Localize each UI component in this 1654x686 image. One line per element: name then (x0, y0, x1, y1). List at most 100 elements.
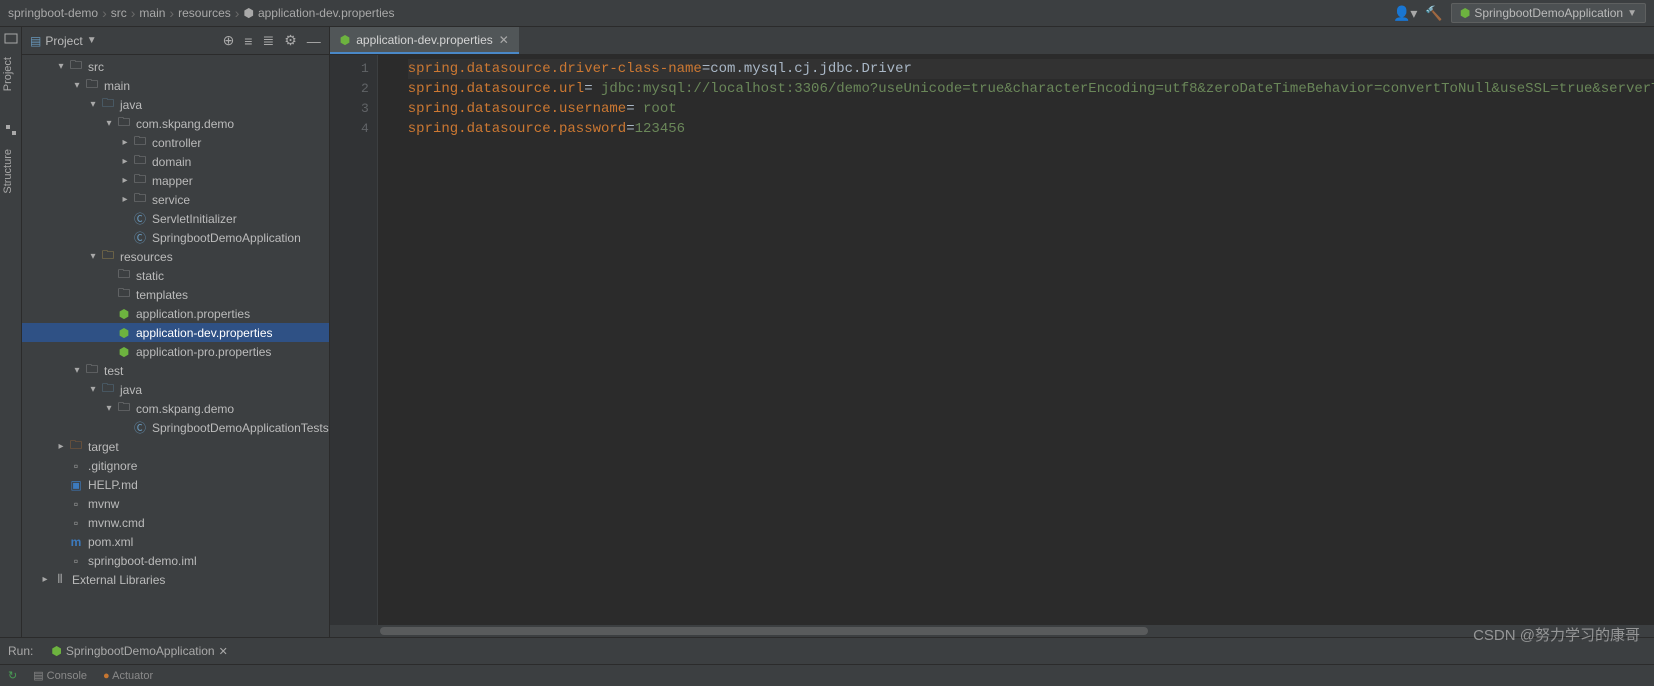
project-tree[interactable]: ▾🗀src▾🗀main▾🗀java▾🗀com.skpang.demo▸🗀cont… (22, 55, 329, 637)
tree-arrow-icon[interactable]: ▸ (118, 175, 132, 186)
tree-item-label: test (104, 364, 123, 378)
tree-item[interactable]: ▫springboot-demo.iml (22, 551, 329, 570)
watermark: CSDN @努力学习的康哥 (1473, 624, 1640, 645)
tree-item[interactable]: ⬢application-dev.properties (22, 323, 329, 342)
spring-icon: ⬢ (51, 644, 61, 658)
editor[interactable]: 1234 spring.datasource.driver-class-name… (330, 55, 1654, 625)
close-tab-icon[interactable]: ✕ (499, 33, 509, 47)
tree-arrow-icon[interactable]: ▸ (54, 441, 68, 452)
chevron-down-icon[interactable]: ▼ (87, 35, 97, 46)
close-icon[interactable]: ✕ (219, 645, 228, 658)
tree-arrow-icon[interactable]: ▾ (86, 99, 100, 110)
tree-item-label: src (88, 60, 104, 74)
tree-arrow-icon[interactable]: ▸ (118, 137, 132, 148)
tree-item-label: springboot-demo.iml (88, 554, 197, 568)
scrollbar-thumb[interactable] (380, 627, 1148, 635)
editor-area: ⬢ application-dev.properties ✕ 1234 spri… (330, 27, 1654, 637)
project-view-icon: ▤ (30, 34, 41, 48)
tree-item-label: java (120, 98, 142, 112)
tree-item-label: static (136, 269, 164, 283)
tree-item[interactable]: 🗀templates (22, 285, 329, 304)
tree-item[interactable]: ▾🗀main (22, 76, 329, 95)
run-label: Run: (8, 644, 33, 658)
tree-arrow-icon[interactable]: ▾ (102, 118, 116, 129)
tree-item[interactable]: ▫.gitignore (22, 456, 329, 475)
rerun-icon[interactable]: ↻ (8, 669, 17, 682)
tree-item[interactable]: ▫mvnw (22, 494, 329, 513)
crumb[interactable]: src (111, 6, 127, 20)
tree-item-label: mapper (152, 174, 193, 188)
tab-label: application-dev.properties (356, 33, 493, 47)
tree-item[interactable]: ▫mvnw.cmd (22, 513, 329, 532)
tree-item[interactable]: ▾🗀src (22, 57, 329, 76)
tree-item[interactable]: ▾🗀java (22, 380, 329, 399)
tree-item[interactable]: ▣HELP.md (22, 475, 329, 494)
tree-item[interactable]: ▾🗀java (22, 95, 329, 114)
tree-item[interactable]: ⒸServletInitializer (22, 209, 329, 228)
tree-item-label: resources (120, 250, 173, 264)
console-tab[interactable]: ▤ Console (33, 669, 87, 682)
tree-item[interactable]: ▾🗀com.skpang.demo (22, 399, 329, 418)
hide-panel-icon[interactable]: — (307, 33, 321, 49)
tree-item[interactable]: mpom.xml (22, 532, 329, 551)
tree-item[interactable]: ▾🗀test (22, 361, 329, 380)
tree-arrow-icon[interactable]: ▾ (70, 365, 84, 376)
run-tab-label: SpringbootDemoApplication (66, 644, 215, 658)
tree-item[interactable]: ▸⫴External Libraries (22, 570, 329, 589)
spring-leaf-icon: ⬢ (243, 6, 253, 20)
tree-item[interactable]: ⬢application.properties (22, 304, 329, 323)
crumb[interactable]: application-dev.properties (258, 6, 395, 20)
tree-arrow-icon[interactable]: ▾ (86, 251, 100, 262)
project-panel-header: ▤ Project ▼ ⊕ ≡ ≣ ⚙ — (22, 27, 329, 55)
project-tab-icon[interactable] (2, 29, 20, 47)
tree-arrow-icon[interactable]: ▸ (118, 156, 132, 167)
tree-item[interactable]: 🗀static (22, 266, 329, 285)
tree-arrow-icon[interactable]: ▸ (38, 574, 52, 585)
tree-arrow-icon[interactable]: ▾ (102, 403, 116, 414)
tree-item-label: service (152, 193, 190, 207)
tree-item[interactable]: ▸🗀domain (22, 152, 329, 171)
tree-item-label: target (88, 440, 119, 454)
actuator-tab[interactable]: ● Actuator (103, 670, 153, 682)
tree-item-label: HELP.md (88, 478, 138, 492)
tree-item-label: main (104, 79, 130, 93)
tree-item-label: mvnw (88, 497, 119, 511)
tree-arrow-icon[interactable]: ▾ (86, 384, 100, 395)
horizontal-scrollbar[interactable] (330, 625, 1654, 637)
structure-tab-icon[interactable] (2, 121, 20, 139)
breadcrumb[interactable]: springboot-demo› src› main› resources› ⬢… (8, 5, 1393, 21)
editor-tab[interactable]: ⬢ application-dev.properties ✕ (330, 27, 519, 54)
collapse-all-icon[interactable]: ≣ (262, 32, 274, 49)
navigation-bar: springboot-demo› src› main› resources› ⬢… (0, 0, 1654, 27)
tree-item[interactable]: ▾🗀resources (22, 247, 329, 266)
tree-item[interactable]: ▸🗀target (22, 437, 329, 456)
panel-title: Project (45, 34, 82, 48)
tree-arrow-icon[interactable]: ▾ (54, 61, 68, 72)
tree-item[interactable]: ▸🗀mapper (22, 171, 329, 190)
expand-all-icon[interactable]: ≡ (244, 33, 252, 49)
main-area: Project Structure ▤ Project ▼ ⊕ ≡ ≣ ⚙ — … (0, 27, 1654, 637)
crumb[interactable]: springboot-demo (8, 6, 98, 20)
tree-item[interactable]: ▸🗀service (22, 190, 329, 209)
tree-item[interactable]: ▸🗀controller (22, 133, 329, 152)
structure-tab[interactable]: Structure (0, 141, 21, 202)
crumb[interactable]: main (139, 6, 165, 20)
select-opened-file-icon[interactable]: ⊕ (223, 32, 235, 49)
settings-icon[interactable]: ⚙ (284, 32, 297, 49)
tree-item-label: .gitignore (88, 459, 137, 473)
tree-arrow-icon[interactable]: ▾ (70, 80, 84, 91)
run-config-selector[interactable]: ⬢ SpringbootDemoApplication ▼ (1451, 3, 1646, 23)
build-icon[interactable]: 🔨 (1425, 5, 1442, 22)
user-icon[interactable]: 👤▾ (1393, 5, 1417, 22)
tree-item[interactable]: ⒸSpringbootDemoApplicationTests (22, 418, 329, 437)
run-tab[interactable]: ⬢ SpringbootDemoApplication ✕ (45, 642, 233, 660)
project-tab[interactable]: Project (0, 49, 21, 99)
code-content[interactable]: spring.datasource.driver-class-name=com.… (378, 55, 1654, 625)
tree-item-label: application-pro.properties (136, 345, 271, 359)
crumb[interactable]: resources (178, 6, 231, 20)
tree-item-label: domain (152, 155, 191, 169)
tree-item[interactable]: ▾🗀com.skpang.demo (22, 114, 329, 133)
tree-arrow-icon[interactable]: ▸ (118, 194, 132, 205)
tree-item[interactable]: ⬢application-pro.properties (22, 342, 329, 361)
tree-item[interactable]: ⒸSpringbootDemoApplication (22, 228, 329, 247)
